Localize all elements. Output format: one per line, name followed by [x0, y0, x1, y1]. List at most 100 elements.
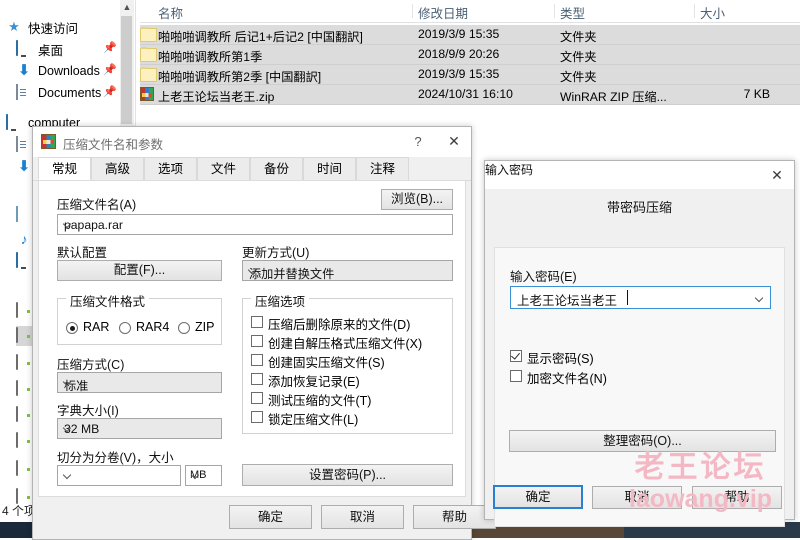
set-password-button[interactable]: 设置密码(P)...	[242, 464, 453, 486]
organize-passwords-button[interactable]: 整理密码(O)...	[509, 430, 776, 452]
nav-item-documents[interactable]: Documents 📌	[16, 82, 118, 104]
column-header-size[interactable]: 大小	[700, 3, 725, 22]
checkbox-mark	[251, 335, 263, 347]
password-label: 输入密码(E)	[510, 270, 577, 284]
chevron-down-icon[interactable]	[64, 379, 71, 386]
drive-icon	[16, 406, 32, 423]
drive-icon	[16, 380, 32, 397]
checkbox-label: 压缩后删除原来的文件(D)	[268, 318, 411, 332]
drive-icon	[16, 302, 32, 319]
drive-icon	[16, 460, 32, 477]
compression-method-label: 压缩方式(C)	[57, 358, 125, 372]
compression-method-select[interactable]: 标准	[57, 372, 222, 393]
radio-mark	[66, 322, 78, 334]
file-date: 2019/3/9 15:35	[418, 67, 500, 81]
text-caret	[627, 290, 628, 305]
nav-item-desktop[interactable]: 桌面 📌	[16, 38, 118, 60]
radio-mark	[119, 322, 131, 334]
split-volumes-label: 切分为分卷(V)，大小	[57, 451, 174, 465]
ok-button[interactable]: 确定	[493, 485, 583, 509]
checkbox-label: 显示密码(S)	[527, 352, 594, 366]
pin-icon: 📌	[103, 42, 117, 54]
tab-backup[interactable]: 备份	[250, 157, 303, 180]
cancel-button[interactable]: 取消	[592, 486, 682, 509]
drive-icon	[16, 354, 32, 371]
chevron-down-icon[interactable]	[64, 425, 71, 432]
close-icon[interactable]: ✕	[437, 127, 471, 156]
radio-label: RAR4	[136, 320, 170, 334]
update-mode-label: 更新方式(U)	[242, 246, 310, 260]
chevron-up-icon[interactable]: ▲	[120, 0, 134, 14]
split-size-input[interactable]	[57, 465, 181, 486]
radio-label: RAR	[83, 320, 110, 334]
tab-advanced[interactable]: 高级	[91, 157, 144, 180]
file-name: 啪啪啪调教所第2季 [中国翻訳]	[158, 70, 322, 84]
help-button[interactable]: ?	[401, 127, 435, 156]
tab-options[interactable]: 选项	[144, 157, 197, 180]
navigation-scrollbar[interactable]: ▲	[120, 0, 134, 130]
cancel-button[interactable]: 取消	[321, 505, 404, 529]
dialog-title-bar[interactable]: 压缩文件名和参数 ? ✕	[33, 127, 471, 158]
tab-files[interactable]: 文件	[197, 157, 250, 180]
radio-mark	[178, 322, 190, 334]
nav-item-quick-access[interactable]: ★ 快速访问	[6, 16, 118, 38]
file-type: 文件夹	[560, 30, 597, 44]
profile-button[interactable]: 配置(F)...	[57, 260, 222, 281]
checkbox-mark	[251, 373, 263, 385]
password-input[interactable]: 上老王论坛当老王	[510, 286, 771, 309]
column-header-date[interactable]: 修改日期	[418, 3, 468, 22]
table-row[interactable]: 啪啪啪调教所 后记1+后记2 [中国翻訳] 2019/3/9 15:35 文件夹	[140, 25, 800, 45]
winrar-icon	[140, 87, 154, 101]
checkbox-label: 添加恢复记录(E)	[268, 375, 360, 389]
tab-time[interactable]: 时间	[303, 157, 356, 180]
ok-button[interactable]: 确定	[229, 505, 312, 529]
radio-label: ZIP	[195, 320, 215, 334]
document-icon	[16, 136, 32, 153]
dictionary-size-label: 字典大小(I)	[57, 404, 119, 418]
split-unit-select[interactable]: MB	[185, 465, 222, 486]
file-name: 啪啪啪调教所第1季	[158, 50, 263, 64]
password-dialog-title-bar[interactable]: 输入密码 ✕	[485, 161, 794, 189]
tab-comment[interactable]: 注释	[356, 157, 409, 180]
download-arrow-icon: ⬇	[17, 158, 31, 175]
table-row[interactable]: 啪啪啪调教所第1季 2018/9/9 20:26 文件夹	[140, 45, 800, 65]
file-list-header: 名称 修改日期 类型 大小	[140, 0, 800, 23]
status-bar: 4 个项	[2, 504, 37, 518]
chevron-down-icon[interactable]	[756, 295, 763, 302]
enter-password-dialog[interactable]: 输入密码 ✕ 带密码压缩 输入密码(E) 上老王论坛当老王 显示密码(S) 加密…	[484, 160, 795, 527]
chevron-down-icon[interactable]	[64, 221, 71, 228]
chevron-down-icon[interactable]	[64, 472, 71, 479]
checkbox-mark	[510, 350, 522, 362]
column-header-type[interactable]: 类型	[560, 3, 585, 22]
download-arrow-icon: ⬇	[17, 62, 31, 79]
pin-icon: 📌	[103, 86, 117, 98]
archive-name-input[interactable]: papapa.rar	[57, 214, 453, 235]
file-date: 2024/10/31 16:10	[418, 87, 513, 101]
dictionary-size-select[interactable]: 32 MB	[57, 418, 222, 439]
table-row[interactable]: 上老王论坛当老王.zip 2024/10/31 16:10 WinRAR ZIP…	[140, 85, 800, 105]
chevron-down-icon[interactable]	[249, 267, 256, 274]
help-button[interactable]: 帮助	[692, 486, 782, 509]
archive-name-and-parameters-dialog[interactable]: 压缩文件名和参数 ? ✕ 常规 高级 选项 文件 备份 时间 注释 压缩文件名(…	[32, 126, 496, 540]
table-row[interactable]: 啪啪啪调教所第2季 [中国翻訳] 2019/3/9 15:35 文件夹	[140, 65, 800, 85]
checkbox-mark	[251, 392, 263, 404]
chevron-down-icon[interactable]	[192, 472, 199, 479]
file-date: 2018/9/9 20:26	[418, 47, 500, 61]
checkbox-label: 创建自解压格式压缩文件(X)	[268, 337, 423, 351]
file-size: 7 KB	[743, 87, 770, 101]
password-dialog-heading: 带密码压缩	[606, 200, 672, 215]
archive-format-title: 压缩文件格式	[66, 291, 150, 310]
drive-icon	[16, 327, 32, 344]
monitor-icon	[16, 252, 32, 269]
drive-icon	[16, 432, 32, 449]
tab-general[interactable]: 常规	[38, 157, 91, 180]
tab-strip: 常规 高级 选项 文件 备份 时间 注释	[33, 157, 471, 181]
file-date: 2019/3/9 15:35	[418, 27, 500, 41]
update-mode-select[interactable]: 添加并替换文件	[242, 260, 453, 281]
scrollbar-thumb[interactable]	[121, 16, 132, 124]
close-icon[interactable]: ✕	[760, 161, 794, 189]
column-header-name[interactable]: 名称	[158, 3, 183, 22]
browse-button[interactable]: 浏览(B)...	[381, 189, 453, 210]
nav-item-downloads[interactable]: ⬇ Downloads 📌	[16, 60, 118, 82]
pin-icon: 📌	[103, 64, 117, 76]
